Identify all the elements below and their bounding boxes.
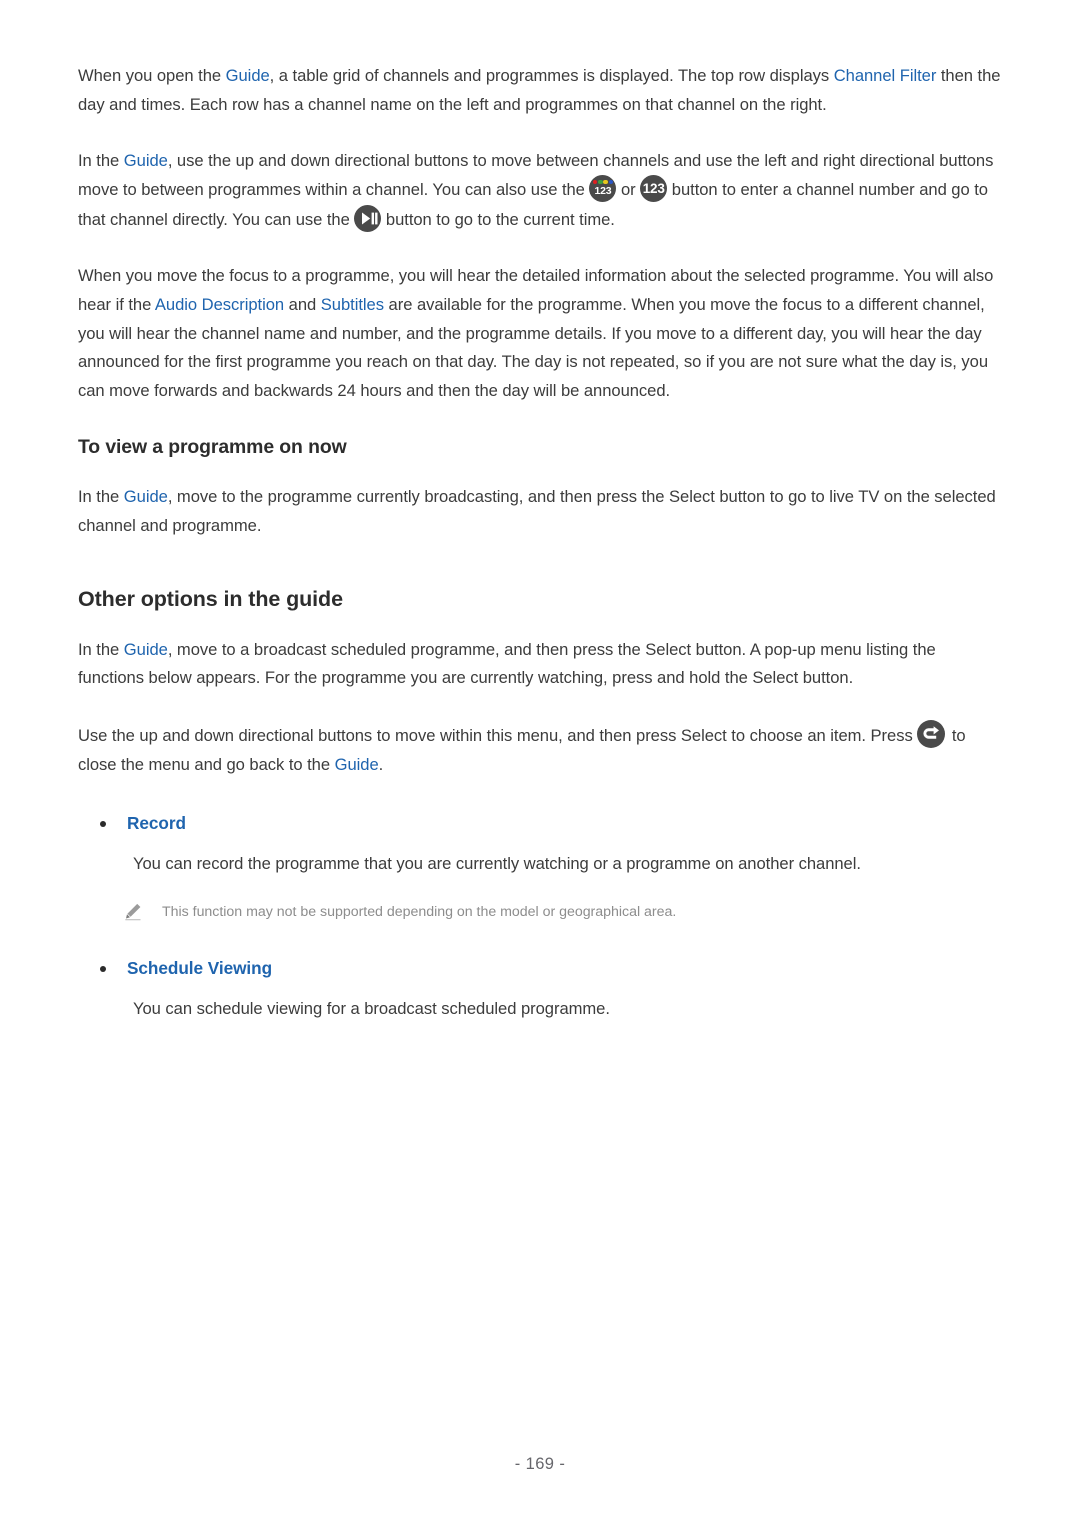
- link-guide[interactable]: Guide: [124, 151, 168, 170]
- icon-label-123: 123: [642, 180, 665, 196]
- page-footer: - 169 -: [0, 1455, 1080, 1474]
- paragraph-guide-overview: When you open the Guide, a table grid of…: [78, 62, 1004, 120]
- text-segment: button to go to the current time.: [381, 210, 615, 230]
- section-heading-other-options: Other options in the guide: [78, 586, 343, 611]
- icon-label-123: 123: [594, 184, 612, 197]
- options-list: Record You can record the programme that…: [78, 810, 1004, 1024]
- link-guide[interactable]: Guide: [226, 66, 270, 85]
- section-heading-view-programme: To view a programme on now: [78, 435, 347, 458]
- link-guide[interactable]: Guide: [124, 487, 168, 506]
- text-segment: and: [284, 294, 321, 314]
- note-text: This function may not be supported depen…: [162, 903, 677, 920]
- list-item: Schedule Viewing You can schedule viewin…: [78, 955, 1004, 1024]
- text-segment: In the: [78, 486, 124, 506]
- bullet-dot-icon: [100, 965, 106, 972]
- paragraph-view-programme: In the Guide, move to the programme curr…: [78, 483, 1004, 541]
- paragraph-menu-navigation: Use the up and down directional buttons …: [78, 720, 1004, 780]
- note-record: This function may not be supported depen…: [123, 901, 1004, 925]
- text-segment: or: [616, 180, 641, 200]
- bullet-dot-icon: [100, 820, 106, 827]
- text-segment: When you open the: [78, 66, 226, 85]
- text-segment: In the: [78, 639, 124, 659]
- color-dots: [589, 179, 616, 185]
- text-segment: , move to the programme currently broadc…: [78, 486, 996, 535]
- option-description: You can schedule viewing for a broadcast…: [133, 998, 610, 1018]
- page-number: - 169 -: [514, 1455, 566, 1473]
- play-pause-button-icon: [354, 205, 382, 233]
- link-guide[interactable]: Guide: [124, 640, 168, 659]
- link-subtitles[interactable]: Subtitles: [321, 295, 384, 314]
- 123-button-icon: 123: [640, 175, 668, 203]
- 123-color-button-icon: 123: [589, 175, 617, 203]
- link-audio-description[interactable]: Audio Description: [155, 295, 284, 314]
- option-label[interactable]: Schedule Viewing: [127, 958, 272, 978]
- text-segment: In the: [78, 150, 124, 170]
- text-segment: Use the up and down directional buttons …: [78, 726, 918, 746]
- text-segment: .: [378, 754, 384, 774]
- option-description: You can record the programme that you ar…: [133, 853, 861, 873]
- return-button-icon: [917, 720, 946, 749]
- paragraph-focus-announcements: When you move the focus to a programme, …: [78, 262, 1004, 406]
- paragraph-guide-navigation: In the Guide, use the up and down direct…: [78, 147, 1004, 235]
- option-label[interactable]: Record: [127, 813, 186, 833]
- link-guide[interactable]: Guide: [335, 755, 379, 774]
- option-record[interactable]: Record: [78, 810, 1004, 836]
- page-content: When you open the Guide, a table grid of…: [78, 62, 1004, 1023]
- text-segment: , move to a broadcast scheduled programm…: [78, 639, 936, 688]
- link-channel-filter[interactable]: Channel Filter: [834, 66, 937, 85]
- paragraph-popup-menu: In the Guide, move to a broadcast schedu…: [78, 636, 1004, 694]
- pencil-icon: [123, 902, 143, 922]
- list-item: Record You can record the programme that…: [78, 810, 1004, 925]
- text-segment: , a table grid of channels and programme…: [269, 66, 834, 85]
- option-schedule-viewing[interactable]: Schedule Viewing: [78, 955, 1004, 981]
- manual-page: When you open the Guide, a table grid of…: [0, 0, 1080, 1527]
